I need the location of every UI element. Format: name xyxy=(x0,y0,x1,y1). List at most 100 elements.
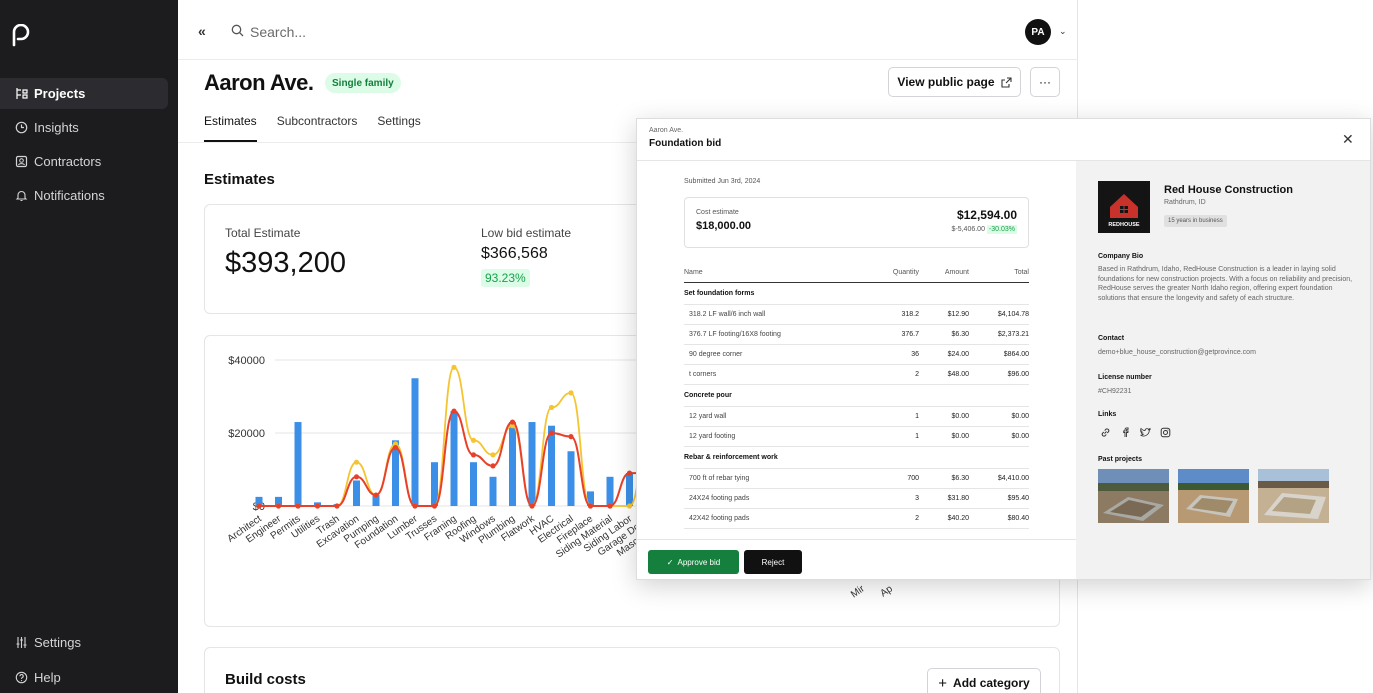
y-tick-label: $20000 xyxy=(228,428,265,440)
add-category-label: Add category xyxy=(953,676,1030,690)
item-quantity: 376.7 xyxy=(864,324,919,345)
instagram-icon[interactable] xyxy=(1158,425,1172,439)
company-logo: REDHOUSE xyxy=(1098,181,1150,233)
series-point xyxy=(451,408,457,414)
view-public-page-button[interactable]: View public page xyxy=(888,67,1021,97)
item-name: 12 yard footing xyxy=(684,426,864,447)
tab-estimates[interactable]: Estimates xyxy=(204,114,257,142)
sidebar-item-label: Settings xyxy=(34,635,81,650)
search-input[interactable] xyxy=(250,20,550,44)
past-project-thumbnail[interactable] xyxy=(1098,469,1169,523)
cost-estimate-card: Cost estimate $18,000.00 $12,594.00 $-5,… xyxy=(684,197,1029,248)
bar-plumbing xyxy=(509,422,516,506)
item-quantity: 2 xyxy=(864,364,919,385)
item-total: $0.00 xyxy=(969,426,1029,447)
column-header: Quantity xyxy=(864,264,919,283)
license-number: #CH92231 xyxy=(1098,388,1132,395)
close-icon[interactable]: ✕ xyxy=(1342,131,1354,148)
bar-electrical xyxy=(567,451,575,506)
series-point xyxy=(529,503,535,509)
item-name: 12 yard wall xyxy=(684,406,864,427)
topbar: « PA ⌄ xyxy=(178,0,1078,60)
projects-icon xyxy=(14,87,28,101)
x-tick-label: Mir xyxy=(849,583,867,600)
twitter-icon[interactable] xyxy=(1138,425,1152,439)
more-options-button[interactable]: ··· xyxy=(1030,67,1060,97)
low-bid-percent: 93.23% xyxy=(481,269,530,287)
external-link-icon xyxy=(1001,76,1012,88)
house-logo-icon: REDHOUSE xyxy=(1098,181,1150,233)
tab-subcontractors[interactable]: Subcontractors xyxy=(277,114,358,142)
x-tick-label: Ap xyxy=(878,583,895,599)
bar-flatwork xyxy=(528,422,536,506)
item-quantity: 1 xyxy=(864,426,919,447)
item-quantity: 3 xyxy=(864,488,919,509)
series-point xyxy=(353,459,360,465)
sidebar-item-help[interactable]: Help xyxy=(0,662,168,693)
link-icon[interactable] xyxy=(1098,425,1112,439)
facebook-icon[interactable] xyxy=(1118,425,1132,439)
table-row: 700 ft of rebar tying 700 $6.30 $4,410.00 xyxy=(684,468,1029,489)
chevron-down-icon[interactable]: ⌄ xyxy=(1059,26,1067,37)
item-quantity: 318.2 xyxy=(864,304,919,325)
cost-estimate-value: $18,000.00 xyxy=(696,220,752,232)
item-name: 376.7 LF footing/16X8 footing xyxy=(684,324,864,345)
past-project-thumbnail[interactable] xyxy=(1178,469,1249,523)
series-point xyxy=(470,437,477,443)
table-group-row: Concrete pour xyxy=(684,384,1029,407)
past-projects-label: Past projects xyxy=(1098,456,1142,463)
company-bio: Based in Rathdrum, Idaho, RedHouse Const… xyxy=(1098,266,1353,302)
item-total: $864.00 xyxy=(969,344,1029,365)
total-estimate-label: Total Estimate xyxy=(225,226,301,240)
build-costs-title: Build costs xyxy=(225,671,306,688)
avatar[interactable]: PA xyxy=(1025,19,1051,45)
bar-windows xyxy=(489,476,497,506)
modal-breadcrumb: Aaron Ave. xyxy=(649,127,684,134)
contact-email[interactable]: demo+blue_house_construction@getprovince… xyxy=(1098,348,1353,358)
item-name: 700 ft of rebar tying xyxy=(684,468,864,489)
company-location: Rathdrum, ID xyxy=(1164,199,1206,206)
approve-bid-button[interactable]: ✓ Approve bid xyxy=(648,550,739,574)
search-icon xyxy=(231,24,244,37)
series-point xyxy=(568,434,574,440)
reject-button[interactable]: Reject xyxy=(744,550,802,574)
sidebar-item-notifications[interactable]: Notifications xyxy=(0,180,168,211)
sidebar-item-contractors[interactable]: Contractors xyxy=(0,146,168,177)
sidebar-item-settings[interactable]: Settings xyxy=(0,627,168,658)
bar-permits xyxy=(294,422,302,506)
sidebar: Projects Insights Contractors Notificati… xyxy=(0,0,178,693)
series-point xyxy=(451,364,457,370)
sidebar-item-projects[interactable]: Projects xyxy=(0,78,168,109)
bid-difference-amount: $-5,406.00 xyxy=(951,226,985,233)
links-label: Links xyxy=(1098,411,1117,418)
table-group-row: Set foundation forms xyxy=(684,282,1029,305)
collapse-sidebar-icon[interactable]: « xyxy=(198,23,206,39)
table-row: t corners 2 $48.00 $96.00 xyxy=(684,364,1029,385)
item-quantity: 2 xyxy=(864,508,919,529)
tab-settings[interactable]: Settings xyxy=(377,114,420,142)
modal-title: Foundation bid xyxy=(649,138,722,149)
item-name: 318.2 LF wall/6 inch wall xyxy=(684,304,864,325)
bid-details-panel: Submitted Jun 3rd, 2024 Cost estimate $1… xyxy=(637,161,1076,539)
bar-hvac xyxy=(548,425,555,506)
series-point xyxy=(490,452,496,458)
bar-siding-labor xyxy=(626,473,633,506)
sidebar-item-insights[interactable]: Insights xyxy=(0,112,168,143)
estimates-section-title: Estimates xyxy=(204,171,275,188)
app-logo-icon[interactable] xyxy=(10,24,32,48)
contact-label: Contact xyxy=(1098,335,1125,342)
add-category-button[interactable]: + Add category xyxy=(927,668,1041,693)
bar-framing xyxy=(450,411,458,506)
table-row: 42X42 footing pads 2 $40.20 $80.40 xyxy=(684,508,1029,529)
bell-icon xyxy=(14,189,28,203)
help-icon xyxy=(14,671,28,685)
company-name: Red House Construction xyxy=(1164,184,1293,196)
series-point xyxy=(314,503,321,509)
item-amount: $6.30 xyxy=(919,324,969,345)
sidebar-bottom-nav: Settings Help xyxy=(0,627,168,693)
past-project-thumbnail[interactable] xyxy=(1258,469,1329,523)
series-point xyxy=(626,503,633,509)
series-point xyxy=(587,503,594,509)
approve-label: Approve bid xyxy=(677,557,721,567)
company-panel: REDHOUSE Red House Construction Rathdrum… xyxy=(1076,161,1370,579)
